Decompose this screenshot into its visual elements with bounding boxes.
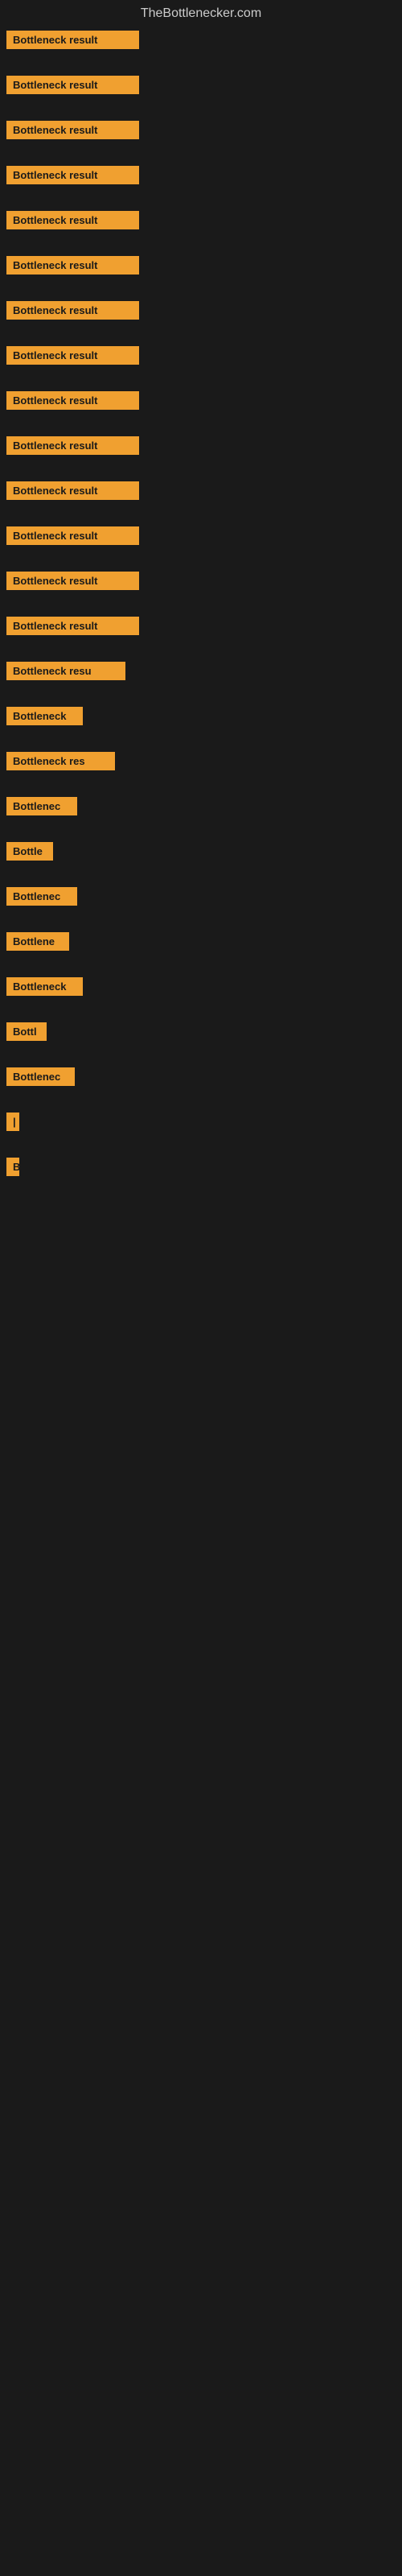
bar-row: Bottleneck result	[0, 617, 402, 639]
bottleneck-result-bar[interactable]: Bottleneck result	[6, 211, 139, 229]
bottleneck-result-bar[interactable]: Bottleneck result	[6, 31, 139, 49]
bar-row: Bottleneck result	[0, 572, 402, 594]
bottleneck-result-bar[interactable]: Bottle	[6, 842, 53, 861]
bar-row: Bottleneck result	[0, 481, 402, 504]
bar-row: Bottleneck resu	[0, 662, 402, 684]
bottleneck-result-bar[interactable]: |	[6, 1113, 19, 1131]
bar-row: Bottleneck result	[0, 166, 402, 188]
bottleneck-result-bar[interactable]: Bottleneck result	[6, 166, 139, 184]
bar-row: Bottleneck result	[0, 31, 402, 53]
bar-row: Bottleneck result	[0, 346, 402, 369]
bottleneck-result-bar[interactable]: Bottleneck result	[6, 481, 139, 500]
bar-row: Bottleneck result	[0, 121, 402, 143]
bar-row: Bottleneck result	[0, 436, 402, 459]
bottleneck-result-bar[interactable]: Bottleneck result	[6, 617, 139, 635]
bottleneck-result-bar[interactable]: B	[6, 1158, 19, 1176]
bar-row: Bottlenec	[0, 797, 402, 819]
bar-row: Bottleneck result	[0, 256, 402, 279]
bottleneck-result-bar[interactable]: Bottleneck res	[6, 752, 115, 770]
bottleneck-result-bar[interactable]: Bottl	[6, 1022, 47, 1041]
bottleneck-result-bar[interactable]: Bottleneck result	[6, 121, 139, 139]
bar-row: Bottl	[0, 1022, 402, 1045]
bar-row: |	[0, 1113, 402, 1135]
bar-row: Bottlenec	[0, 887, 402, 910]
bar-row: Bottleneck res	[0, 752, 402, 774]
bottleneck-result-bar[interactable]: Bottleneck result	[6, 301, 139, 320]
bar-row: Bottleneck result	[0, 391, 402, 414]
bottleneck-result-bar[interactable]: Bottleneck result	[6, 391, 139, 410]
bar-row: Bottleneck	[0, 707, 402, 729]
site-title: TheBottlenecker.com	[0, 0, 402, 31]
bottleneck-result-bar[interactable]: Bottleneck	[6, 977, 83, 996]
bottleneck-result-bar[interactable]: Bottleneck result	[6, 436, 139, 455]
bar-row: Bottleneck result	[0, 211, 402, 233]
bottleneck-result-bar[interactable]: Bottlenec	[6, 1067, 75, 1086]
bar-row: Bottleneck result	[0, 526, 402, 549]
bottleneck-result-bar[interactable]: Bottleneck result	[6, 526, 139, 545]
bar-row: Bottlene	[0, 932, 402, 955]
bottleneck-result-bar[interactable]: Bottleneck result	[6, 256, 139, 275]
bottleneck-result-bar[interactable]: Bottleneck result	[6, 76, 139, 94]
bar-row: Bottleneck result	[0, 76, 402, 98]
bottleneck-result-bar[interactable]: Bottlenec	[6, 887, 77, 906]
bar-row: Bottle	[0, 842, 402, 865]
bar-row: Bottlenec	[0, 1067, 402, 1090]
bar-row: Bottleneck result	[0, 301, 402, 324]
bars-container: Bottleneck result Bottleneck result Bottle…	[0, 31, 402, 1180]
bottleneck-result-bar[interactable]: Bottlene	[6, 932, 69, 951]
bottleneck-result-bar[interactable]: Bottleneck result	[6, 346, 139, 365]
bottleneck-result-bar[interactable]: Bottleneck resu	[6, 662, 125, 680]
bottleneck-result-bar[interactable]: Bottlenec	[6, 797, 77, 815]
bar-row: B	[0, 1158, 402, 1180]
bar-row: Bottleneck	[0, 977, 402, 1000]
bottleneck-result-bar[interactable]: Bottleneck	[6, 707, 83, 725]
bottleneck-result-bar[interactable]: Bottleneck result	[6, 572, 139, 590]
